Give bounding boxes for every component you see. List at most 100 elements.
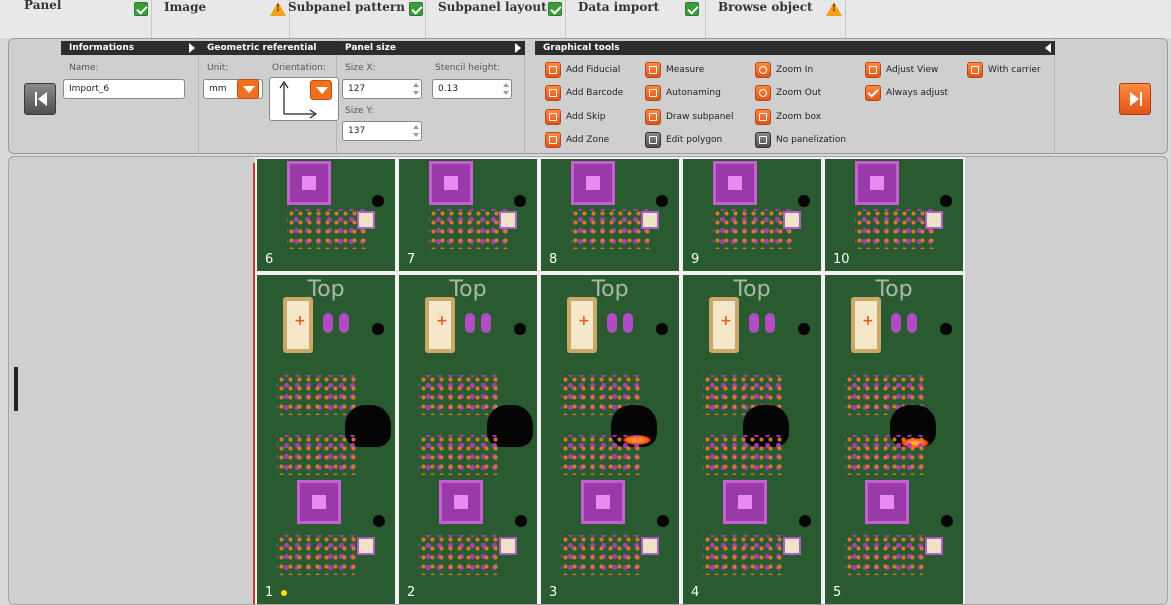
- graphical-tools-header[interactable]: Graphical tools: [535, 41, 1055, 55]
- side-label: Top: [875, 277, 913, 302]
- connector: [357, 211, 375, 229]
- next-step-button[interactable]: [1119, 83, 1151, 115]
- subpanel-7[interactable]: 7: [397, 157, 539, 273]
- ic-chip: [865, 480, 909, 524]
- components: [419, 535, 499, 575]
- ic-chip: [287, 161, 331, 205]
- tab-label: Subpanel layout: [438, 0, 547, 14]
- mounting-hole: [372, 195, 384, 207]
- connector: [499, 537, 517, 555]
- mounting-hole: [799, 515, 811, 527]
- tool-label: With carrier: [988, 65, 1041, 75]
- tool-label: Add Skip: [566, 112, 606, 122]
- spinner-icon[interactable]: [413, 82, 419, 96]
- subpanel-9[interactable]: 9: [681, 157, 823, 273]
- connector: [641, 211, 659, 229]
- subpanel-number: 4: [691, 585, 700, 600]
- components: [561, 535, 641, 575]
- name-input[interactable]: Import_6: [63, 79, 185, 99]
- pad: [765, 313, 775, 333]
- spinner-icon[interactable]: [503, 82, 509, 96]
- section-title: Geometric referential: [207, 43, 317, 53]
- size-y-input[interactable]: 137: [342, 121, 422, 141]
- subpanel-3[interactable]: Top 3: [539, 273, 681, 604]
- stencil-height-value: 0.13: [438, 84, 459, 94]
- previous-step-button[interactable]: [24, 83, 56, 115]
- subpanel-number: 1: [265, 585, 274, 600]
- mounting-hole: [798, 195, 810, 207]
- pad: [891, 313, 901, 333]
- geometric-referential-section: Geometric referential Unit: mm Orientati…: [199, 39, 339, 153]
- size-x-value: 127: [348, 84, 366, 94]
- app-window: Panel Image Subpanel pattern Subpanel la…: [0, 0, 1171, 605]
- components: [571, 209, 651, 249]
- pcb-panel-image[interactable]: 6 7 8 9 10 Top + 1 Top + 2 Top + 3 Top +…: [253, 157, 965, 604]
- mounting-hole: [514, 195, 526, 207]
- subpanel-1[interactable]: Top 1: [255, 273, 397, 604]
- components: [419, 435, 499, 475]
- pad: [323, 313, 333, 333]
- tab-subpanel-pattern[interactable]: Subpanel pattern: [288, 0, 426, 38]
- section-title: Panel size: [345, 43, 396, 53]
- expand-arrow-icon: [515, 43, 521, 53]
- tool-label: Measure: [666, 65, 705, 75]
- components: [277, 535, 357, 575]
- size-x-input[interactable]: 127: [342, 79, 422, 99]
- graphical-tools-section: Graphical tools Add Fiducial Add Barcode…: [535, 39, 1055, 153]
- image-viewer[interactable]: 6 7 8 9 10 Top + 1 Top + 2 Top + 3 Top +…: [8, 156, 1168, 605]
- panel-size-header[interactable]: Panel size: [337, 41, 525, 55]
- mounting-hole: [656, 323, 668, 335]
- unit-label: Unit:: [207, 63, 229, 73]
- name-label: Name:: [69, 63, 99, 73]
- subpanel-5[interactable]: Top 5: [823, 273, 965, 604]
- unit-dropdown-button[interactable]: [237, 79, 259, 99]
- warning-icon: [826, 2, 842, 16]
- subpanel-2[interactable]: Top 2: [397, 273, 539, 604]
- subpanel-10[interactable]: 10: [823, 157, 965, 273]
- spinner-icon[interactable]: [413, 124, 419, 138]
- informations-section: Informations Name: Import_6: [61, 39, 199, 153]
- ic-chip: [571, 161, 615, 205]
- tool-label: Zoom Out: [776, 88, 822, 98]
- zoom-out-icon: [755, 85, 771, 101]
- subpanel-number: 7: [407, 252, 416, 267]
- subpanel-8[interactable]: 8: [539, 157, 681, 273]
- subpanel-number: 2: [407, 585, 416, 600]
- crystal-component: [567, 297, 597, 353]
- side-label: Top: [449, 277, 487, 302]
- pad: [339, 313, 349, 333]
- tab-browse-object[interactable]: Browse object: [706, 0, 846, 38]
- informations-header[interactable]: Informations: [61, 41, 199, 55]
- subpanel-4[interactable]: Top 4: [681, 273, 823, 604]
- size-y-value: 137: [348, 126, 366, 136]
- section-title: Informations: [69, 43, 135, 53]
- tab-data-import[interactable]: Data import: [566, 0, 706, 38]
- pad: [481, 313, 491, 333]
- tab-label: Subpanel pattern: [288, 0, 405, 14]
- orientation-select[interactable]: [269, 77, 339, 121]
- zone-icon: [545, 132, 561, 148]
- ic-chip: [713, 161, 757, 205]
- tab-subpanel-layout[interactable]: Subpanel layout: [426, 0, 566, 38]
- subpanel-6[interactable]: 6: [255, 157, 397, 273]
- connector: [783, 537, 801, 555]
- skip-icon: [545, 109, 561, 125]
- components: [419, 375, 499, 415]
- carrier-icon: [967, 62, 983, 78]
- stencil-height-input[interactable]: 0.13: [432, 79, 512, 99]
- checkbox-checked-icon: [134, 2, 148, 16]
- tool-label: Add Fiducial: [566, 65, 621, 75]
- mounting-hole: [515, 515, 527, 527]
- section-title: Graphical tools: [543, 43, 620, 53]
- orientation-dropdown-button[interactable]: [310, 80, 332, 100]
- tool-label: Autonaming: [666, 88, 721, 98]
- edit-polygon-icon: [645, 132, 661, 148]
- tab-image[interactable]: Image: [152, 0, 290, 38]
- skip-back-icon: [34, 92, 48, 106]
- sidebar-drag-handle[interactable]: [14, 367, 18, 411]
- tab-panel[interactable]: Panel: [0, 0, 152, 38]
- fiducial-marker: [281, 590, 287, 596]
- components: [429, 209, 509, 249]
- ic-chip: [429, 161, 473, 205]
- mounting-hole: [373, 515, 385, 527]
